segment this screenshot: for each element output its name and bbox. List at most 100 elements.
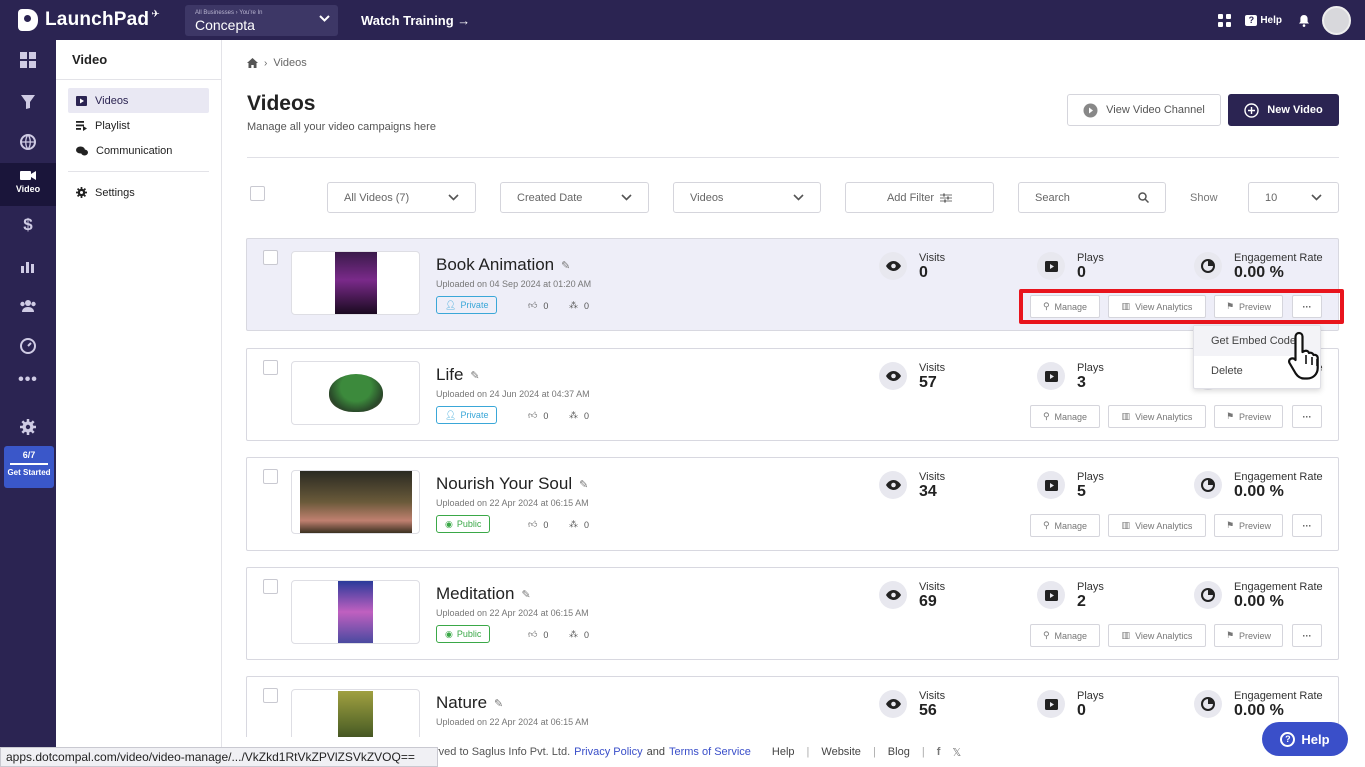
video-title[interactable]: Nature bbox=[436, 693, 487, 713]
home-icon[interactable] bbox=[247, 58, 258, 68]
watch-training-link[interactable]: Watch Training → bbox=[361, 13, 470, 28]
user-avatar[interactable] bbox=[1322, 5, 1351, 35]
view-video-channel-button[interactable]: View Video Channel bbox=[1067, 94, 1221, 126]
privacy-badge: 👤︎ Private bbox=[436, 406, 498, 424]
business-switcher[interactable]: All Businesses › You're In Concepta bbox=[185, 4, 338, 36]
rail-dashboard[interactable] bbox=[0, 52, 56, 68]
video-thumbnail[interactable] bbox=[291, 361, 420, 425]
video-title[interactable]: Nourish Your Soul bbox=[436, 474, 572, 494]
preview-button[interactable]: ⚑ Preview bbox=[1214, 405, 1283, 428]
pencil-icon[interactable]: ✎ bbox=[561, 259, 570, 272]
manage-button[interactable]: ⚲ Manage bbox=[1030, 405, 1100, 428]
get-started-label: Get Started bbox=[7, 468, 51, 477]
thumbs-up-icon: 👍︎ bbox=[528, 300, 538, 310]
video-thumbnail[interactable] bbox=[291, 470, 420, 534]
page-size-select[interactable]: 10 bbox=[1248, 182, 1339, 213]
subnav-item-settings[interactable]: Settings bbox=[68, 180, 209, 205]
video-card: Meditation ✎ Uploaded on 22 Apr 2024 at … bbox=[246, 567, 1339, 660]
rail-video[interactable]: Video bbox=[0, 163, 56, 206]
help-link[interactable]: ? Help bbox=[1245, 14, 1282, 26]
floating-help-button[interactable]: ? Help bbox=[1262, 722, 1348, 756]
privacy-badge-label: Private bbox=[460, 410, 489, 420]
created-date-select[interactable]: Created Date bbox=[500, 182, 649, 213]
video-card-checkbox[interactable] bbox=[263, 688, 278, 703]
privacy-badge: 👤︎ Private bbox=[436, 296, 498, 314]
video-card-checkbox[interactable] bbox=[263, 579, 278, 594]
video-card-checkbox[interactable] bbox=[263, 250, 278, 265]
select-all-checkbox[interactable] bbox=[250, 186, 265, 201]
pencil-icon[interactable]: ✎ bbox=[470, 369, 479, 382]
footer-privacy-link[interactable]: Privacy Policy bbox=[574, 746, 642, 758]
question-icon: ? bbox=[1245, 14, 1258, 26]
business-name: Concepta bbox=[195, 16, 255, 33]
facebook-icon[interactable]: f bbox=[937, 746, 941, 758]
new-video-button[interactable]: New Video bbox=[1228, 94, 1339, 126]
view-analytics-button[interactable]: ▥ View Analytics bbox=[1108, 624, 1206, 647]
footer-terms-link[interactable]: Terms of Service bbox=[669, 746, 751, 758]
engagement-value: 0.00 % bbox=[1234, 264, 1284, 281]
view-analytics-button[interactable]: ▥ View Analytics bbox=[1108, 405, 1206, 428]
video-upload-date: Uploaded on 22 Apr 2024 at 06:15 AM bbox=[436, 498, 589, 508]
preview-button[interactable]: ⚑ Preview bbox=[1214, 624, 1283, 647]
video-type-select[interactable]: Videos bbox=[673, 182, 821, 213]
bar-chart-icon bbox=[21, 262, 34, 273]
subnav-item-playlist[interactable]: Playlist bbox=[68, 113, 209, 138]
play-circle-icon bbox=[1083, 103, 1098, 117]
rail-analytics[interactable] bbox=[0, 259, 56, 273]
app-logo[interactable]: LaunchPad ✈ bbox=[18, 9, 183, 31]
video-title[interactable]: Life bbox=[436, 365, 463, 385]
rail-more[interactable]: ••• bbox=[0, 371, 56, 389]
manage-button[interactable]: ⚲ Manage bbox=[1030, 514, 1100, 537]
manage-button[interactable]: ⚲ Manage bbox=[1030, 624, 1100, 647]
bell-icon[interactable] bbox=[1298, 14, 1310, 27]
video-thumbnail[interactable] bbox=[291, 251, 420, 315]
rail-settings[interactable] bbox=[0, 419, 56, 435]
subnav-item-videos[interactable]: Videos bbox=[68, 88, 209, 113]
get-started-widget[interactable]: 6/7 Get Started bbox=[4, 446, 54, 488]
footer-website-link[interactable]: Website bbox=[821, 746, 861, 758]
view-analytics-button[interactable]: ▥ View Analytics bbox=[1108, 514, 1206, 537]
more-actions-button[interactable]: ··· bbox=[1292, 624, 1322, 647]
video-thumbnail[interactable] bbox=[291, 580, 420, 644]
more-actions-button[interactable]: ··· bbox=[1292, 514, 1322, 537]
search-icon[interactable] bbox=[1138, 192, 1149, 203]
eye-icon bbox=[879, 581, 907, 609]
engagement-stat: Engagement Rate0.00 % bbox=[1194, 471, 1323, 501]
pencil-icon[interactable]: ✎ bbox=[579, 478, 588, 491]
search-input[interactable]: Search bbox=[1018, 182, 1166, 213]
footer-help-link[interactable]: Help bbox=[772, 746, 795, 758]
thumbs-up-icon: 👍︎ bbox=[528, 629, 538, 639]
rail-sites[interactable] bbox=[0, 134, 56, 150]
subnav-item-communication[interactable]: Communication bbox=[68, 138, 209, 163]
search-placeholder: Search bbox=[1035, 191, 1070, 204]
pencil-icon[interactable]: ✎ bbox=[521, 588, 530, 601]
plays-value: 2 bbox=[1077, 593, 1086, 610]
rail-contacts[interactable] bbox=[0, 299, 56, 312]
video-camera-icon bbox=[20, 171, 36, 180]
x-twitter-icon[interactable]: 𝕏 bbox=[952, 746, 961, 759]
play-icon bbox=[1037, 471, 1065, 499]
video-card: Nourish Your Soul ✎ Uploaded on 22 Apr 2… bbox=[246, 457, 1339, 551]
add-filter-button[interactable]: Add Filter bbox=[845, 182, 994, 213]
footer-blog-link[interactable]: Blog bbox=[888, 746, 910, 758]
more-actions-button[interactable]: ··· bbox=[1292, 405, 1322, 428]
rail-funnels[interactable] bbox=[0, 94, 56, 110]
pie-chart-icon bbox=[1194, 471, 1222, 499]
video-title[interactable]: Meditation bbox=[436, 584, 514, 604]
all-videos-select[interactable]: All Videos (7) bbox=[327, 182, 476, 213]
comment-count: ⁂ 0 bbox=[569, 300, 589, 311]
video-card-checkbox[interactable] bbox=[263, 469, 278, 484]
analytics-icon: ▥ bbox=[1121, 411, 1131, 421]
video-upload-date: Uploaded on 22 Apr 2024 at 06:15 AM bbox=[436, 608, 589, 618]
rail-reports[interactable] bbox=[0, 338, 56, 354]
engagement-stat: Engagement Rate0.00 % bbox=[1194, 690, 1323, 720]
video-title[interactable]: Book Animation bbox=[436, 255, 554, 275]
apps-grid-icon[interactable] bbox=[1218, 13, 1232, 27]
pencil-icon[interactable]: ✎ bbox=[494, 697, 503, 710]
video-card-checkbox[interactable] bbox=[263, 360, 278, 375]
preview-button[interactable]: ⚑ Preview bbox=[1214, 514, 1283, 537]
thumbs-up-icon: 👍︎ bbox=[528, 519, 538, 529]
rail-payments[interactable]: $ bbox=[0, 215, 56, 235]
hand-cursor-icon bbox=[1288, 331, 1319, 380]
header-divider bbox=[247, 157, 1339, 158]
